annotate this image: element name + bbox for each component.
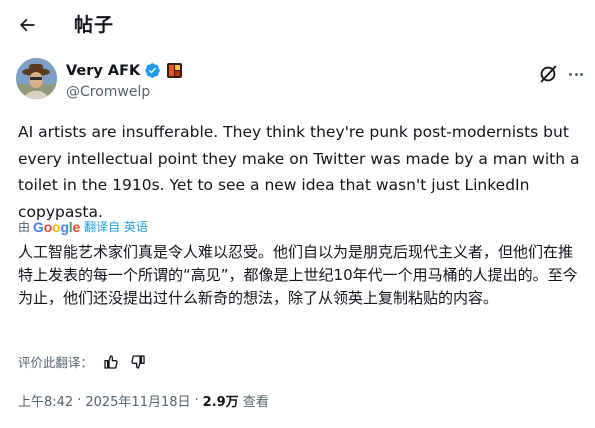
meta-separator: · [77, 393, 82, 408]
more-horizontal-icon [568, 72, 572, 76]
translated-by-label: 由 [18, 220, 31, 234]
top-bar: 帖子 [0, 0, 595, 48]
thumbs-up-icon [104, 354, 118, 369]
arrow-left-icon [19, 18, 35, 32]
affiliate-badge-icon[interactable] [167, 63, 183, 78]
rate-translation-label: 评价此翻译： [18, 355, 94, 370]
author-handle[interactable]: @Cromwelp [66, 84, 150, 100]
google-logo: Google [33, 218, 81, 235]
author-name[interactable]: Very AFK [66, 63, 140, 79]
post-meta: 上午8:42 · 2025年11月18日 · 2.9万 查看 [18, 391, 269, 410]
more-button[interactable] [565, 63, 587, 85]
post-text: AI artists are insufferable. They think … [18, 123, 580, 221]
post-time[interactable]: 上午8:42 [18, 391, 73, 410]
grok-button[interactable] [537, 63, 559, 85]
grok-icon [540, 65, 557, 83]
translation-attribution: 由 Google 翻译自 英语 [18, 218, 148, 235]
translated-text: 人工智能艺术家们真是令人难以忍受。他们自以为是朋克后现代主义者，但他们在推特上发… [18, 243, 578, 307]
verified-badge-icon [144, 62, 161, 79]
rate-translation-row: 评价此翻译： [18, 352, 147, 371]
author-name-row: Very AFK [66, 62, 183, 79]
thumbs-down-icon [131, 354, 145, 369]
page-title: 帖子 [74, 14, 115, 36]
thumbs-up-button[interactable] [102, 353, 120, 371]
post-date[interactable]: 2025年11月18日 [85, 391, 190, 410]
meta-separator: · [194, 393, 199, 408]
views-label: 查看 [242, 395, 269, 410]
thumbs-down-button[interactable] [129, 353, 147, 371]
translated-from-link[interactable]: 翻译自 英语 [84, 218, 148, 235]
avatar[interactable] [16, 58, 57, 99]
views-count: 2.9万 [202, 395, 239, 410]
back-button[interactable] [14, 12, 40, 38]
